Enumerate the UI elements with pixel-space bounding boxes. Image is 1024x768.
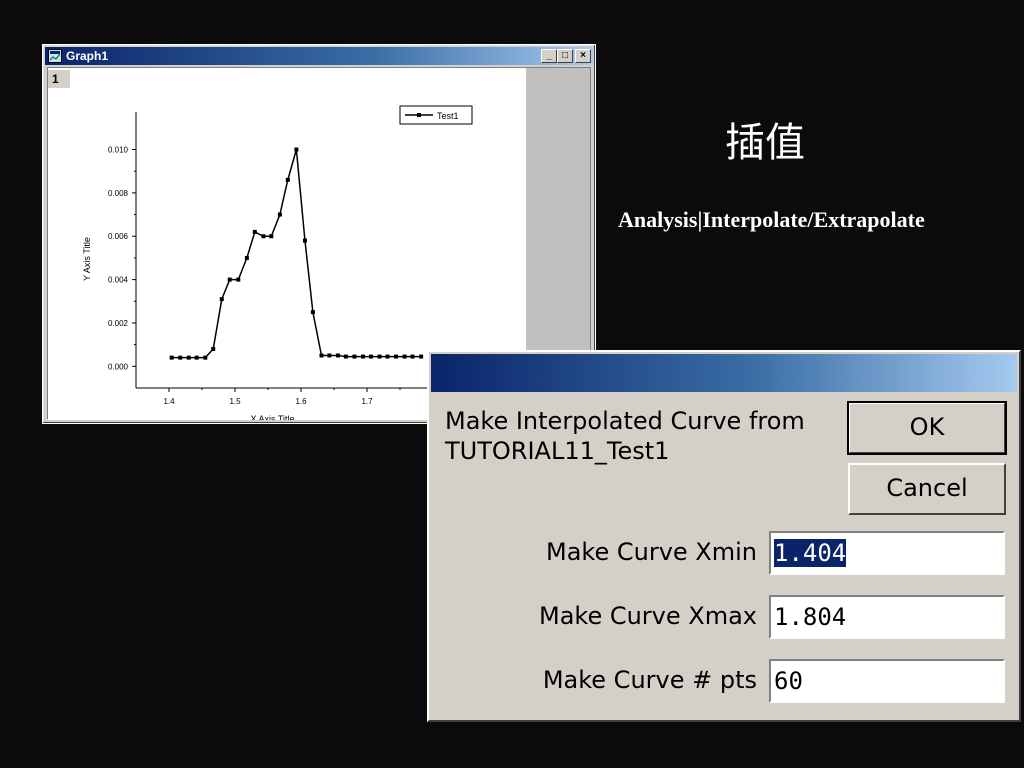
graph-window-title: Graph1 [66, 49, 109, 63]
data-point [319, 353, 324, 358]
data-point [302, 238, 307, 243]
y-axis-title: Y Axis Title [82, 237, 92, 281]
series-line [171, 149, 422, 359]
cancel-button[interactable]: Cancel [848, 463, 1006, 515]
legend-label: Test1 [437, 111, 459, 121]
data-point [227, 277, 232, 282]
ok-button[interactable]: OK [847, 401, 1007, 455]
data-point [285, 177, 290, 182]
y-tick-label: 0.004 [108, 276, 129, 285]
slide-subtitle: Analysis|Interpolate/Extrapolate [618, 207, 925, 232]
data-point [352, 354, 357, 359]
minimize-button[interactable]: _ [541, 49, 557, 63]
data-point [236, 277, 241, 282]
y-tick-label: 0.000 [108, 362, 129, 371]
prompt-line-1: Make Interpolated Curve from [445, 407, 805, 435]
data-point [343, 354, 348, 359]
x-axis-title: X Axis Title [250, 414, 294, 420]
y-tick-label: 0.006 [108, 232, 129, 241]
legend-marker [417, 113, 421, 117]
dialog-titlebar[interactable] [431, 354, 1017, 392]
data-point [402, 354, 407, 359]
x-tick-label: 1.7 [361, 397, 373, 406]
data-point [219, 297, 224, 302]
data-point [410, 354, 415, 359]
xmin-label: Make Curve Xmin [546, 538, 757, 566]
xmin-input[interactable]: 1.404 [769, 531, 1005, 575]
data-point [377, 354, 382, 359]
data-point [211, 346, 216, 351]
data-point [169, 355, 174, 360]
data-point [252, 229, 257, 234]
data-point [244, 255, 249, 260]
data-point [368, 354, 373, 359]
data-point [394, 354, 399, 359]
data-point [186, 355, 191, 360]
graph-titlebar[interactable]: Graph1 _ □ × [45, 47, 593, 65]
slide-title: 插值 [725, 120, 805, 166]
close-button[interactable]: × [575, 49, 591, 63]
graph-app-icon [48, 49, 62, 63]
data-point [261, 234, 266, 239]
data-point [310, 310, 315, 315]
data-point [294, 147, 299, 152]
npts-label: Make Curve # pts [542, 666, 757, 694]
maximize-button[interactable]: □ [557, 49, 573, 63]
xmax-input[interactable]: 1.804 [769, 595, 1005, 639]
npts-input[interactable]: 60 [769, 659, 1005, 703]
data-point [269, 234, 274, 239]
data-point [277, 212, 282, 217]
data-point [203, 355, 208, 360]
npts-value: 60 [774, 667, 803, 695]
data-point [335, 353, 340, 358]
dialog-prompt: Make Interpolated Curve from TUTORIAL11_… [445, 406, 845, 466]
data-point [178, 355, 183, 360]
y-tick-label: 0.008 [108, 189, 129, 198]
x-tick-label: 1.6 [295, 397, 307, 406]
xmin-value: 1.404 [774, 539, 847, 567]
data-point [194, 355, 199, 360]
y-tick-label: 0.002 [108, 319, 129, 328]
data-point [361, 354, 366, 359]
xmax-label: Make Curve Xmax [538, 602, 757, 630]
data-point [327, 353, 332, 358]
x-tick-label: 1.5 [229, 397, 241, 406]
interpolate-dialog[interactable]: Make Interpolated Curve from TUTORIAL11_… [427, 350, 1021, 722]
prompt-line-2: TUTORIAL11_Test1 [445, 437, 670, 465]
y-tick-label: 0.010 [108, 146, 129, 155]
data-point [419, 354, 424, 359]
xmax-value: 1.804 [774, 603, 847, 631]
data-point [385, 354, 390, 359]
x-tick-label: 1.4 [163, 397, 175, 406]
